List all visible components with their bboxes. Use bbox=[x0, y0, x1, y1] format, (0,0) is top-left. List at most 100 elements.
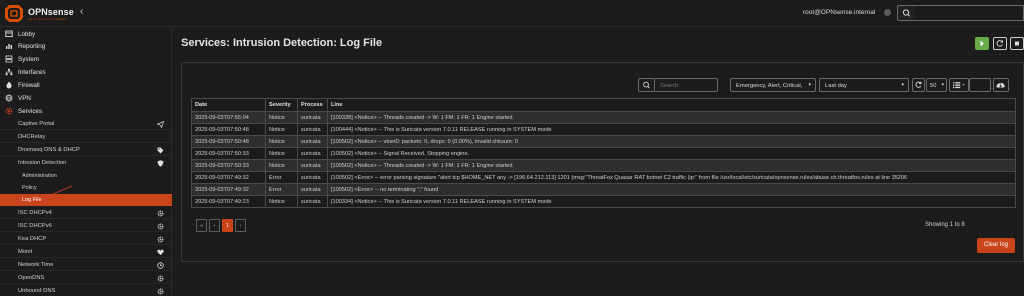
log-table: Date Severity Process Line 2025-09-03T07… bbox=[191, 98, 1016, 208]
cell-line: [100502] <Notice> -- vtnet0: packets: 0,… bbox=[327, 135, 1016, 148]
pagination-prev-button[interactable]: ‹ bbox=[209, 219, 220, 232]
sidebar-item-opendns[interactable]: OpenDNS bbox=[0, 272, 172, 284]
cell-severity: Notice bbox=[265, 123, 298, 136]
sidebar-item-dnsmasq[interactable]: Dnsmasq DNS & DHCP bbox=[0, 144, 172, 156]
sidebar-item-lobby[interactable]: Lobby bbox=[0, 28, 172, 40]
services-icon bbox=[5, 107, 13, 115]
sidebar-item-ids-policy[interactable]: Policy bbox=[0, 182, 172, 194]
system-icon bbox=[5, 55, 13, 63]
column-header-line[interactable]: Line bbox=[327, 98, 1016, 112]
firewall-icon bbox=[5, 81, 13, 89]
sidebar-item-ids-log-file[interactable]: Log File bbox=[0, 194, 172, 206]
sidebar-item-dhcrelay[interactable]: DHCRelay bbox=[0, 131, 172, 143]
cell-line: [100502] <Notice> -- Signal Received. St… bbox=[327, 147, 1016, 160]
opnsense-logo-icon[interactable] bbox=[4, 4, 24, 23]
start-service-button[interactable] bbox=[975, 37, 989, 50]
paper-plane-icon bbox=[157, 120, 164, 128]
cell-severity: Error bbox=[265, 171, 298, 184]
table-row[interactable]: 2025-09-03T07:49:32 Error suricata [1005… bbox=[191, 183, 1016, 196]
search-icon[interactable] bbox=[638, 78, 655, 92]
rows-per-page-select[interactable]: 50 ▾ bbox=[926, 78, 947, 92]
search-icon[interactable] bbox=[897, 5, 916, 21]
collapse-sidebar-chevron-icon[interactable]: ‹ bbox=[80, 7, 83, 17]
cell-date: 2025-09-03T07:50:48 bbox=[191, 123, 266, 136]
cell-process: suricata bbox=[297, 171, 328, 184]
table-row[interactable]: 2025-09-03T07:50:48 Notice suricata [100… bbox=[191, 123, 1016, 136]
sidebar-item-system[interactable]: System bbox=[0, 53, 172, 65]
time-range-select[interactable]: Last day ▾ bbox=[819, 78, 909, 92]
cell-line: [100502] <Error> -- no terminating ";" f… bbox=[327, 183, 1016, 196]
pagination-first-button[interactable]: « bbox=[196, 219, 207, 232]
lobby-icon bbox=[5, 30, 13, 38]
column-header-severity[interactable]: Severity bbox=[265, 98, 298, 112]
sidebar-item-ids-administration[interactable]: Administration bbox=[0, 170, 172, 182]
pagination: « ‹ 1 › bbox=[196, 219, 248, 232]
cell-date: 2025-09-03T07:50:33 bbox=[191, 147, 266, 160]
sidebar-item-reporting[interactable]: Reporting bbox=[0, 40, 172, 52]
sidebar-item-vpn[interactable]: VPN bbox=[0, 92, 172, 104]
cell-date: 2025-09-03T07:49:23 bbox=[191, 195, 266, 208]
cell-line: [100444] <Notice> -- This is Suricata ve… bbox=[327, 123, 1016, 136]
gear-icon bbox=[157, 236, 164, 243]
restart-service-button[interactable] bbox=[993, 37, 1007, 50]
table-row[interactable]: 2025-09-03T07:50:33 Notice suricata [100… bbox=[191, 147, 1016, 160]
cell-severity: Notice bbox=[265, 195, 298, 208]
gear-icon bbox=[157, 275, 164, 282]
download-button[interactable] bbox=[993, 78, 1009, 92]
cell-line: [100502] <Notice> -- Threads created -> … bbox=[327, 159, 1016, 172]
sidebar-item-isc-dhcpv4[interactable]: ISC DHCPv4 bbox=[0, 207, 172, 219]
top-bar: OPNsense we protect your network ‹ root@… bbox=[0, 0, 1024, 27]
table-row[interactable]: 2025-09-03T07:50:48 Notice suricata [100… bbox=[191, 135, 1016, 148]
sidebar-item-kea-dhcp[interactable]: Kea DHCP bbox=[0, 233, 172, 245]
sidebar-item-network-time[interactable]: Network Time bbox=[0, 259, 172, 271]
cell-process: suricata bbox=[297, 111, 328, 124]
heart-icon bbox=[157, 249, 164, 256]
logged-in-user[interactable]: root@OPNsense.internal bbox=[803, 9, 875, 16]
column-header-date[interactable]: Date bbox=[191, 98, 266, 112]
sidebar-item-interfaces[interactable]: Interfaces bbox=[0, 66, 172, 78]
table-row[interactable]: 2025-09-03T07:50:33 Notice suricata [100… bbox=[191, 159, 1016, 172]
sidebar-item-monit[interactable]: Monit bbox=[0, 246, 172, 258]
cloud-download-icon bbox=[996, 82, 1005, 88]
table-row[interactable]: 2025-09-03T07:49:32 Error suricata [1005… bbox=[191, 171, 1016, 184]
sidebar-item-services[interactable]: Services bbox=[0, 105, 172, 117]
sidebar-item-unbound-dns[interactable]: Unbound DNS bbox=[0, 285, 172, 296]
pagination-page-button[interactable]: 1 bbox=[222, 219, 233, 232]
sidebar-item-intrusion-detection[interactable]: Intrusion Detection bbox=[0, 157, 172, 169]
table-header-row: Date Severity Process Line bbox=[191, 98, 1016, 112]
clock-icon bbox=[157, 261, 164, 269]
interfaces-icon bbox=[5, 68, 13, 76]
log-search-input[interactable]: Search bbox=[655, 78, 718, 92]
cell-date: 2025-09-03T07:50:33 bbox=[191, 159, 266, 172]
cell-line: [100338] <Notice> -- Threads created -> … bbox=[327, 111, 1016, 124]
reporting-icon bbox=[5, 42, 13, 50]
shield-icon bbox=[157, 159, 164, 167]
sidebar-item-firewall[interactable]: Firewall bbox=[0, 79, 172, 91]
global-search-input[interactable] bbox=[915, 5, 1024, 21]
cell-severity: Notice bbox=[265, 147, 298, 160]
refresh-button[interactable] bbox=[912, 78, 925, 92]
column-selector-button[interactable] bbox=[949, 78, 969, 92]
cell-date: 2025-09-03T07:50:48 bbox=[191, 135, 266, 148]
vpn-icon bbox=[5, 94, 13, 102]
pagination-next-button[interactable]: › bbox=[235, 219, 246, 232]
caret-down-icon: ▾ bbox=[901, 82, 904, 88]
sidebar-item-captive-portal[interactable]: Captive Portal bbox=[0, 118, 172, 130]
cell-process: suricata bbox=[297, 123, 328, 136]
showing-count: Showing 1 to 8 bbox=[925, 222, 965, 228]
sidebar-item-isc-dhcpv6[interactable]: ISC DHCPv6 bbox=[0, 220, 172, 232]
cell-line: [100334] <Notice> -- This is Suricata ve… bbox=[327, 195, 1016, 208]
gear-icon bbox=[157, 223, 164, 230]
brand-tagline: we protect your network bbox=[28, 17, 67, 21]
clear-log-button[interactable]: Clear log bbox=[977, 238, 1015, 253]
cell-severity: Notice bbox=[265, 135, 298, 148]
cell-line: [100502] <Error> -- error parsing signat… bbox=[327, 171, 1016, 184]
status-indicator-icon[interactable] bbox=[884, 9, 891, 16]
severity-filter-select[interactable]: Emergency, Alert, Critical, ▾ bbox=[730, 78, 816, 92]
table-row[interactable]: 2025-09-03T07:55:04 Notice suricata [100… bbox=[191, 111, 1016, 124]
table-row[interactable]: 2025-09-03T07:49:23 Notice suricata [100… bbox=[191, 195, 1016, 208]
filter-input[interactable] bbox=[969, 78, 991, 92]
column-header-process[interactable]: Process bbox=[297, 98, 328, 112]
stop-service-button[interactable] bbox=[1010, 37, 1024, 50]
cell-process: suricata bbox=[297, 159, 328, 172]
